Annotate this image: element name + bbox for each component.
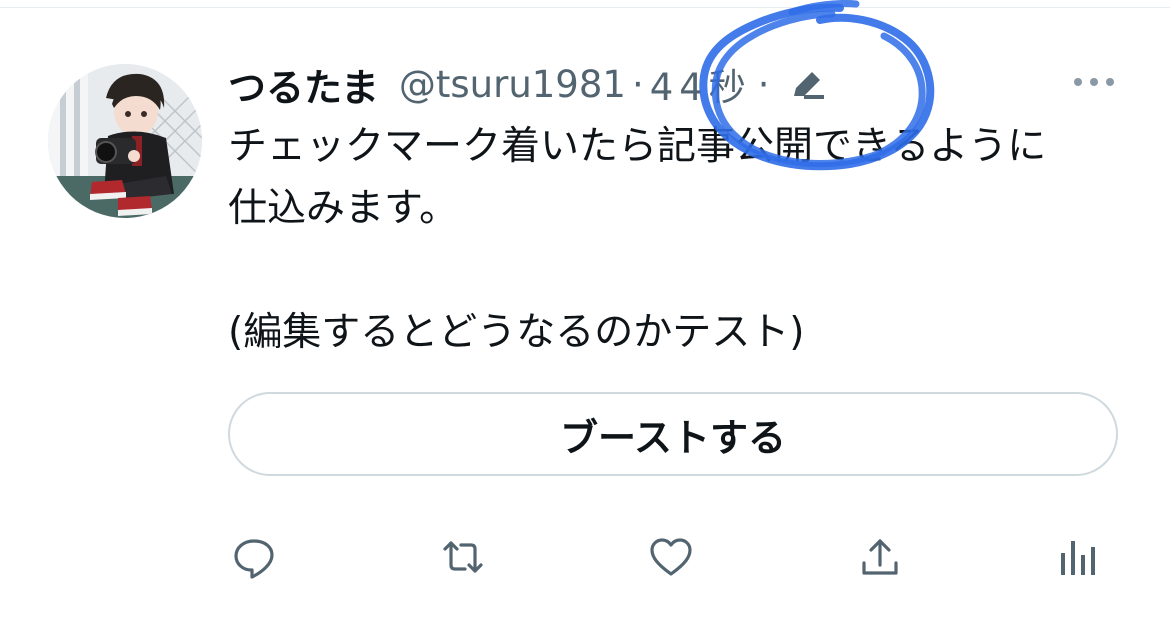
avatar-illustration: [48, 64, 202, 218]
more-dot-icon: [1090, 78, 1098, 86]
tweet-text-line: チェックマーク着いたら記事公開できるように: [228, 124, 1047, 169]
like-icon[interactable]: [645, 532, 697, 582]
more-dot-icon: [1074, 78, 1082, 86]
separator-dot-2: ·: [757, 62, 770, 106]
tweet-timestamp[interactable]: 44秒: [650, 57, 752, 111]
user-handle[interactable]: @tsuru1981: [399, 63, 626, 106]
separator-dot: ·: [631, 62, 644, 106]
tweet-text-line: (編集するとどうなるのかテスト): [228, 310, 805, 355]
retweet-icon[interactable]: [437, 532, 489, 582]
analytics-icon[interactable]: [1051, 532, 1103, 582]
share-icon[interactable]: [854, 532, 906, 582]
top-divider: [0, 7, 1170, 8]
tweet-text-line: 仕込みます。: [228, 186, 459, 231]
tweet-screen: つるたま @tsuru1981 · 44秒 · チェックマーク着いたら記事公開で…: [0, 0, 1170, 624]
reply-icon[interactable]: [228, 532, 280, 582]
avatar[interactable]: [48, 64, 202, 218]
tweet-header: つるたま @tsuru1981 · 44秒 ·: [228, 56, 828, 112]
boost-button[interactable]: ブーストする: [228, 392, 1118, 476]
display-name[interactable]: つるたま: [228, 57, 379, 112]
more-dot-icon: [1106, 78, 1114, 86]
tweet-text: チェックマーク着いたら記事公開できるように 仕込みます。 (編集するとどうなるの…: [228, 116, 1128, 364]
action-bar: [0, 532, 1170, 582]
more-options-button[interactable]: [1064, 64, 1124, 100]
pencil-icon[interactable]: [788, 64, 828, 104]
tweet-text-line: [228, 240, 1128, 302]
